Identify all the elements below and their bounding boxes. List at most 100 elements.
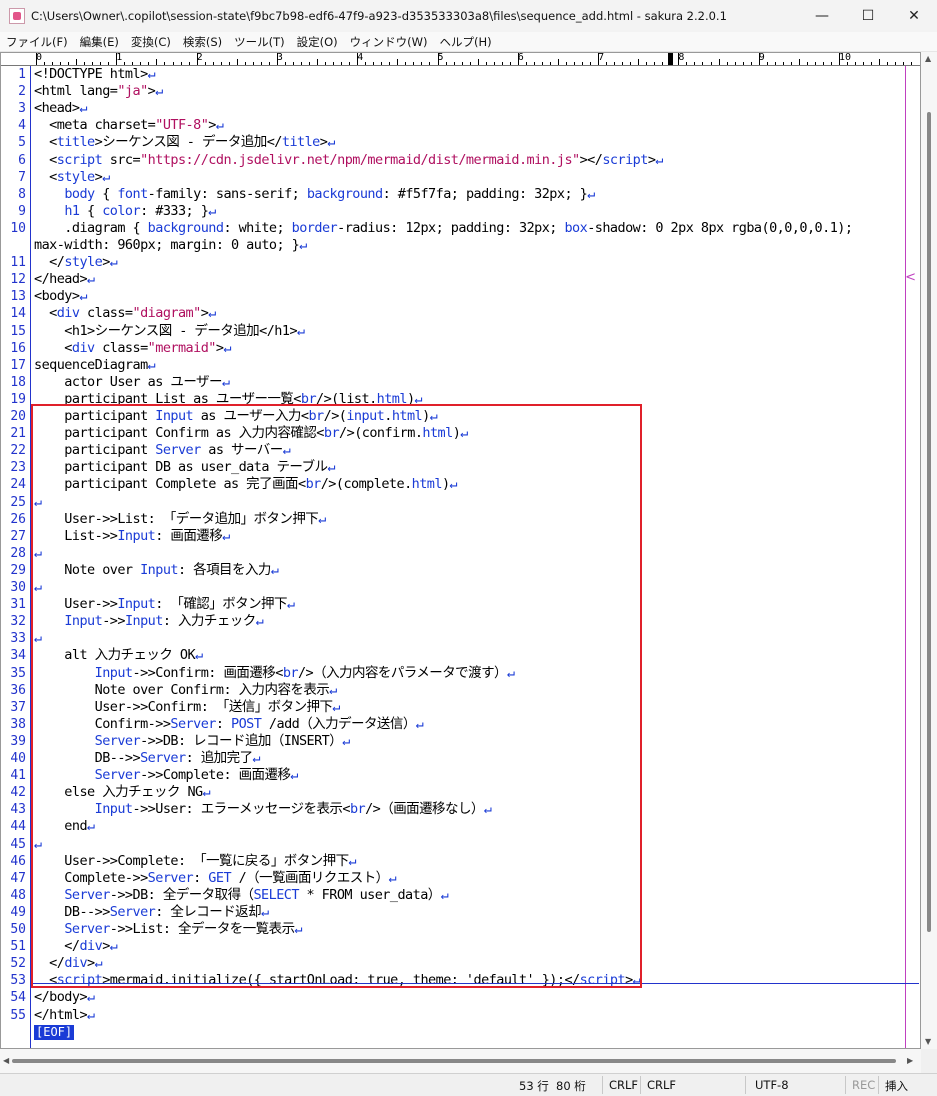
ruler-tick — [92, 62, 94, 65]
ruler-tick — [309, 62, 311, 65]
editor-pane[interactable]: 0 1 2 3 4 5 6 7 8 9 10 1 2 3 4 5 6 7 8 9 10 11 12 13 14 15 16 17 18… — [0, 52, 921, 1049]
menu-file[interactable]: ファイル(F) — [0, 34, 74, 50]
horizontal-scroll-thumb[interactable] — [12, 1059, 896, 1063]
line-number: 25 — [10, 494, 26, 510]
menu-bar: ファイル(F) 編集(E) 変換(C) 検索(S) ツール(T) 設定(O) ウ… — [0, 32, 937, 52]
ruler-tick — [60, 62, 62, 65]
line-number: 20 — [10, 409, 26, 424]
ruler-tick — [300, 62, 302, 65]
line-number: 43 — [10, 802, 26, 818]
ruler-tick — [292, 62, 294, 65]
code-line: body { font-family: sans-serif; backgrou… — [64, 185, 595, 202]
maximize-button[interactable]: ☐ — [845, 0, 891, 32]
menu-convert[interactable]: 変換(C) — [125, 34, 177, 50]
ruler-tick — [574, 62, 575, 65]
line-number: 39 — [10, 733, 26, 749]
ruler-tick — [260, 62, 262, 65]
ruler-tick — [341, 62, 343, 65]
ruler-tick — [349, 62, 351, 65]
horizontal-scrollbar[interactable]: ◀ ▶ — [0, 1049, 921, 1073]
code-line: actor User as ユーザー↵ — [34, 373, 230, 390]
scroll-down-arrow-icon[interactable]: ▼ — [925, 1037, 931, 1046]
status-column: 80 桁 — [556, 1079, 586, 1093]
line-number: 55 — [10, 1007, 26, 1023]
minimize-button[interactable]: — — [799, 0, 845, 32]
ruler-tick — [806, 62, 808, 65]
ruler-tick — [895, 62, 897, 65]
line-number: 9 — [18, 203, 26, 219]
line-number: 31 — [10, 597, 26, 613]
ruler-tick — [710, 62, 712, 65]
menu-tools[interactable]: ツール(T) — [228, 34, 291, 50]
line-number: 46 — [10, 853, 26, 869]
ruler-tick — [317, 59, 319, 65]
code-line: <title>シーケンス図 - データ追加</title>↵ — [34, 134, 335, 151]
scroll-right-arrow-icon[interactable]: ▶ — [907, 1056, 913, 1065]
ruler-tick — [814, 62, 816, 65]
status-eol-input[interactable]: CRLF — [609, 1078, 638, 1092]
ruler-tick — [252, 62, 254, 65]
menu-help[interactable]: ヘルプ(H) — [434, 34, 498, 50]
line-number: 24 — [10, 477, 26, 493]
code-line: sequenceDiagram↵ — [34, 356, 156, 373]
line-number: 14 — [10, 306, 26, 322]
ruler-tick — [124, 62, 126, 65]
ruler-tick — [325, 62, 327, 65]
status-bar: 53 行 80 桁 CRLF CRLF UTF-8 REC 挿入 — [0, 1073, 937, 1096]
ruler-tick — [421, 62, 423, 65]
window-title: C:\Users\Owner\.copilot\session-state\f9… — [31, 9, 727, 23]
ruler-tick — [871, 62, 873, 65]
ruler-tick — [405, 62, 407, 65]
ruler-tick — [100, 62, 102, 65]
vertical-scroll-thumb[interactable] — [927, 112, 931, 932]
line-number: 3 — [18, 101, 26, 117]
line-number: 53 — [10, 973, 26, 989]
status-encoding[interactable]: UTF-8 — [755, 1078, 789, 1092]
line-number: 11 — [10, 255, 26, 271]
line-number: 7 — [18, 169, 26, 185]
status-eol-file[interactable]: CRLF — [647, 1078, 676, 1092]
code-line: </head>↵ — [34, 271, 95, 288]
menu-search[interactable]: 検索(S) — [177, 34, 228, 50]
ruler-tick — [686, 62, 688, 65]
code-line: <head>↵ — [34, 100, 88, 117]
scroll-up-arrow-icon[interactable]: ▲ — [925, 54, 931, 63]
line-number: 52 — [10, 956, 26, 972]
line-number: 36 — [10, 682, 26, 698]
line-number: 35 — [10, 665, 26, 681]
scroll-left-arrow-icon[interactable]: ◀ — [3, 1056, 9, 1065]
menu-settings[interactable]: 設定(O) — [291, 34, 344, 50]
ruler-tick — [774, 62, 776, 65]
vertical-scrollbar[interactable]: ▲ ▼ — [921, 52, 937, 1049]
sakura-app-icon — [9, 8, 25, 24]
ruler-tick — [694, 62, 696, 65]
wrap-marker: < — [905, 270, 916, 285]
line-number: 34 — [10, 648, 26, 664]
line-number: 22 — [10, 443, 26, 459]
line-number: 5 — [18, 135, 26, 151]
code-line: <!DOCTYPE html>↵ — [34, 66, 156, 82]
status-insert-mode: 挿入 — [885, 1079, 908, 1093]
menu-edit[interactable]: 編集(E) — [74, 34, 125, 50]
ruler-tick — [718, 59, 720, 65]
code-line: <meta charset="UTF-8">↵ — [34, 117, 224, 134]
line-number: 32 — [10, 614, 26, 630]
menu-window[interactable]: ウィンドウ(W) — [344, 34, 434, 50]
ruler-tick — [180, 62, 182, 65]
ruler-tick — [220, 62, 222, 65]
ruler-tick — [565, 62, 567, 65]
ruler-label: 10 — [839, 52, 852, 63]
line-number-gutter: 1 2 3 4 5 6 7 8 9 10 11 12 13 14 15 16 17 18 19 20 21 22 23 24 2… — [1, 66, 31, 1048]
ruler-tick — [445, 62, 447, 65]
ruler-tick — [36, 53, 37, 65]
ruler-tick — [887, 62, 889, 65]
code-line: <body>↵ — [34, 288, 88, 305]
ruler-tick — [590, 62, 592, 65]
ruler-tick — [228, 62, 230, 65]
close-button[interactable]: ✕ — [891, 0, 937, 32]
ruler-tick — [702, 62, 704, 65]
ruler-tick — [549, 62, 551, 65]
line-number: 41 — [10, 768, 26, 784]
ruler-tick — [493, 62, 495, 65]
ruler-tick — [839, 53, 840, 65]
